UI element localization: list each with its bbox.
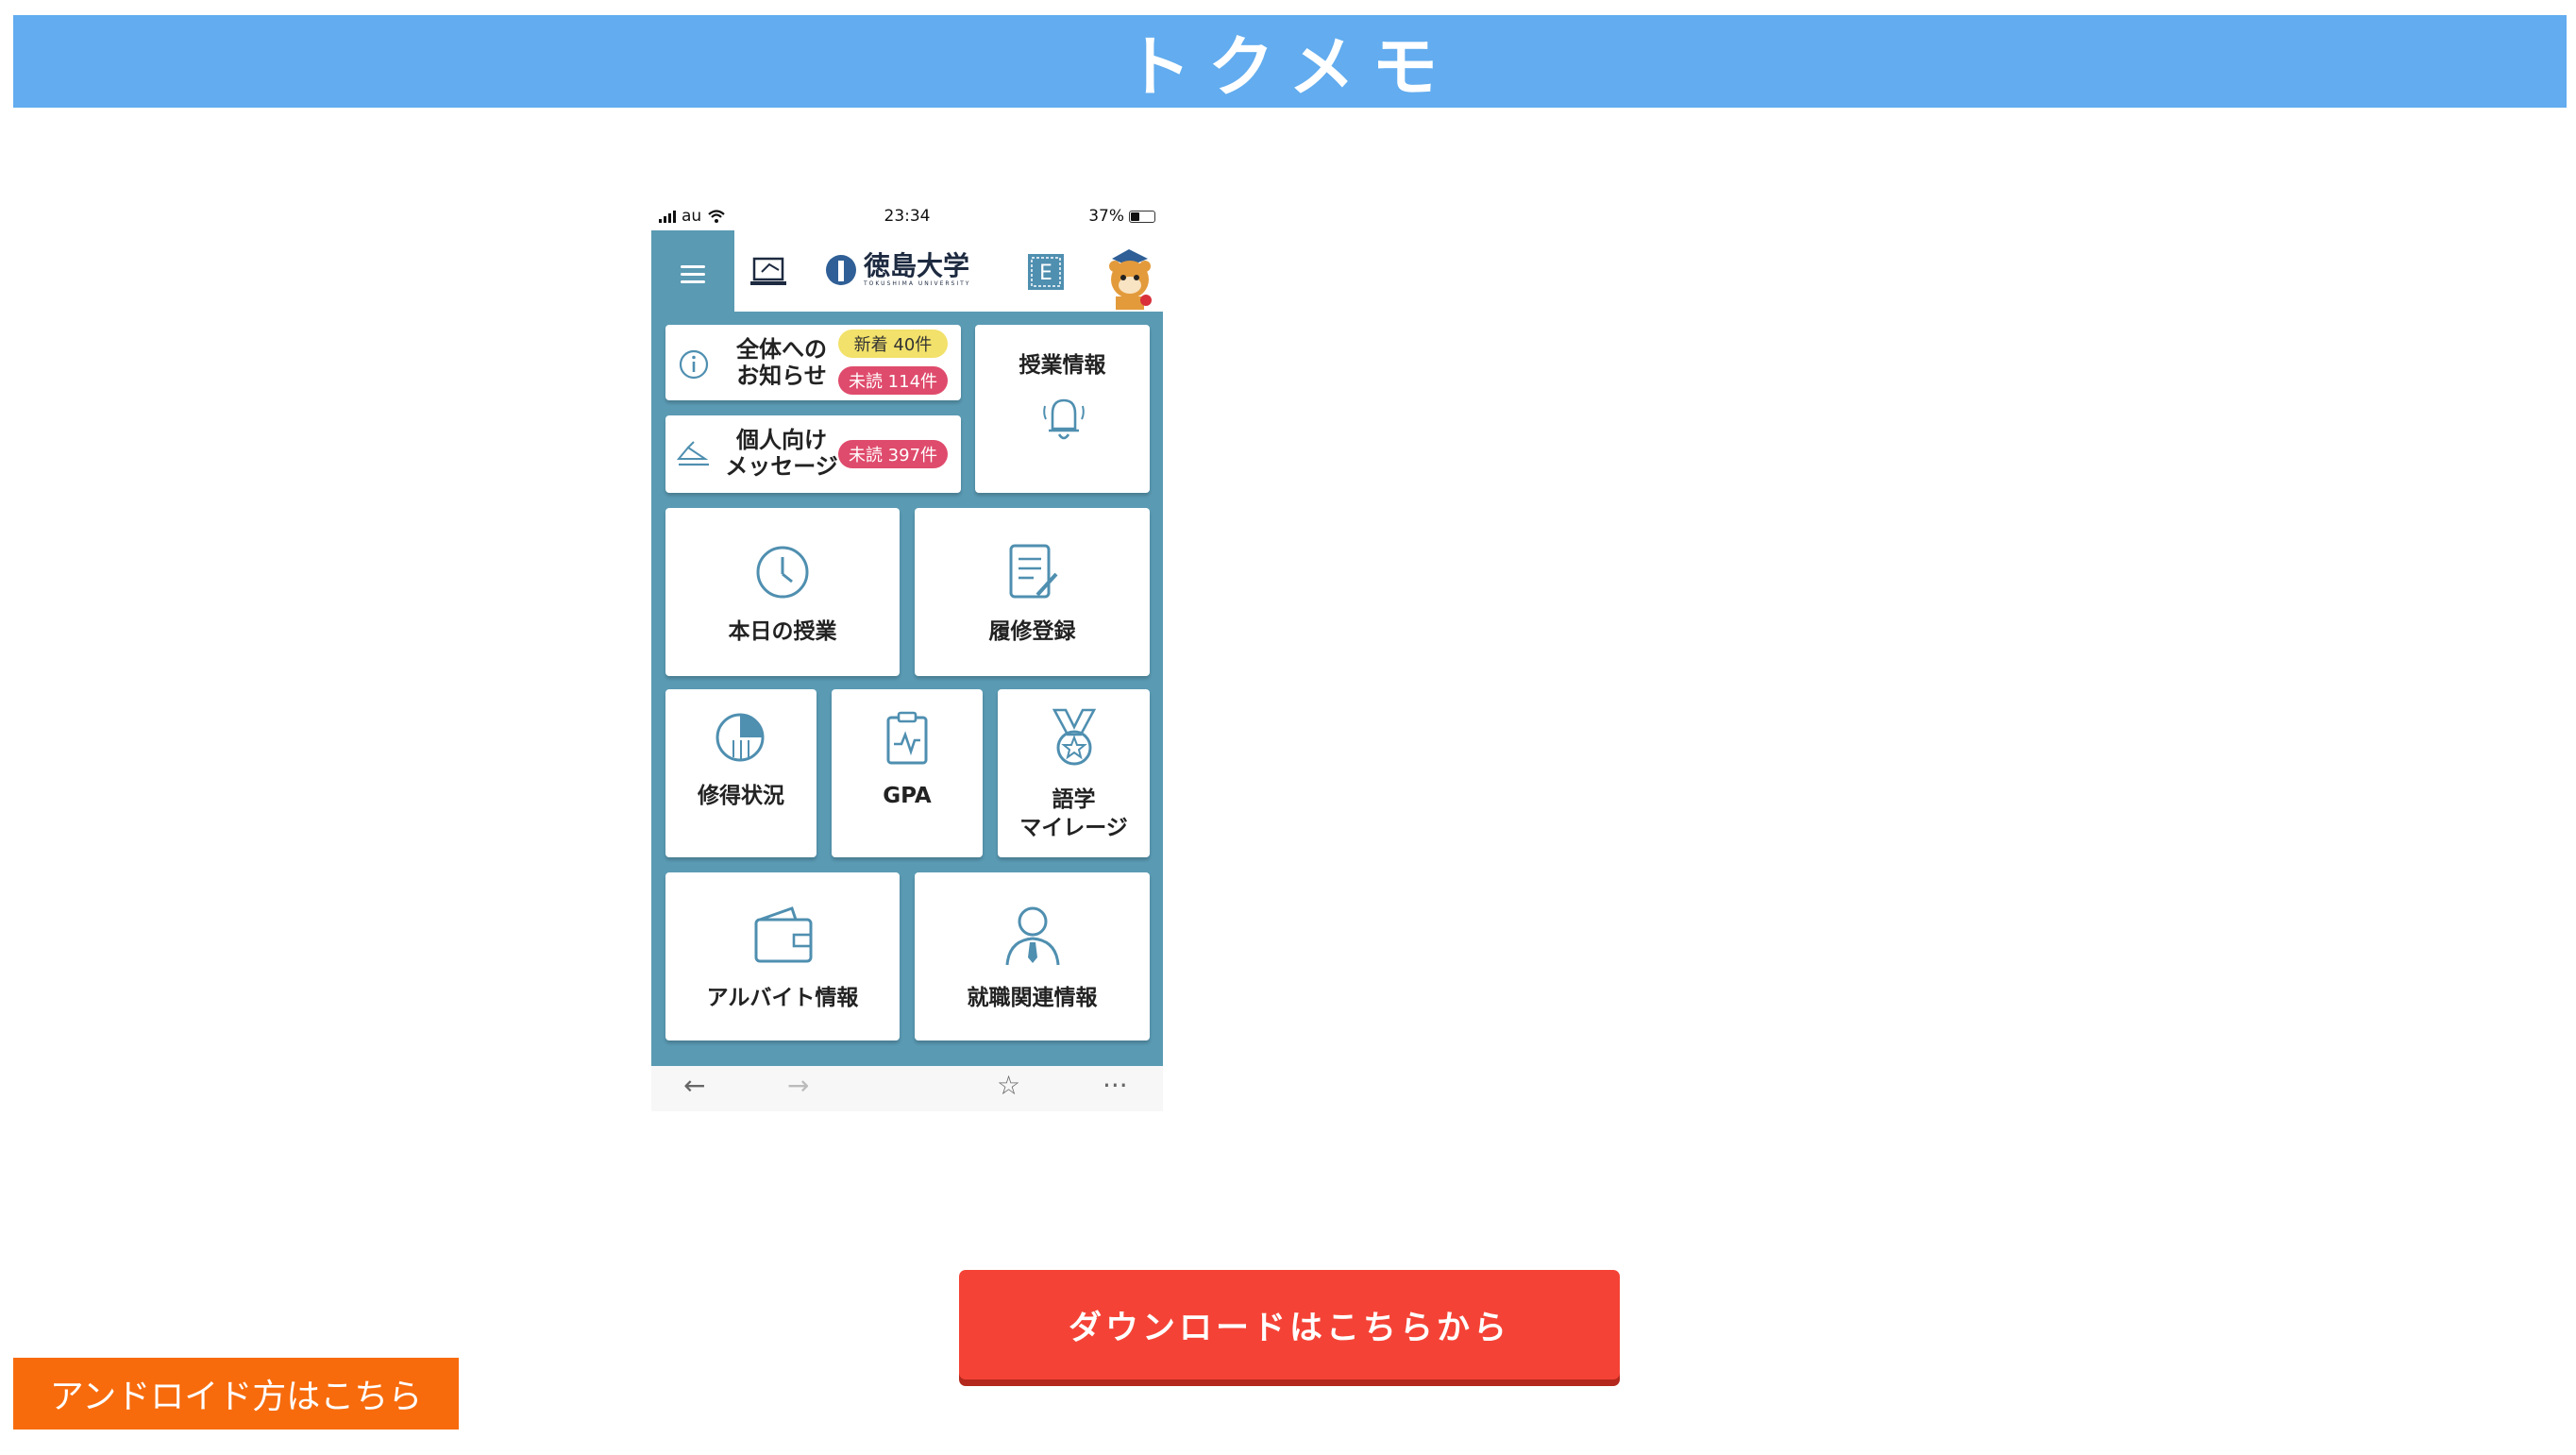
- tokumemo-icon[interactable]: [750, 255, 788, 289]
- personal-messages-tile[interactable]: 個人向け メッセージ 未読 397件: [665, 415, 961, 493]
- status-time: 23:34: [884, 207, 931, 226]
- credits-label: 修得状況: [698, 784, 784, 808]
- personal-label-1: 個人向け: [736, 427, 827, 453]
- credits-tile[interactable]: 修得状況: [665, 689, 817, 857]
- hamburger-menu-button[interactable]: [651, 230, 734, 317]
- career-label: 就職関連情報: [967, 986, 1098, 1010]
- battery-percent: 37%: [1088, 207, 1124, 226]
- page-title: トクメモ: [13, 15, 2567, 108]
- medal-icon: [1052, 708, 1097, 766]
- class-info-tile[interactable]: 授業情報: [975, 325, 1150, 493]
- class-info-label: 授業情報: [1019, 353, 1106, 378]
- clipboard-chart-icon: [886, 711, 928, 765]
- e-learning-icon[interactable]: E: [1027, 253, 1065, 291]
- clock-icon: [756, 546, 809, 599]
- info-icon: [679, 349, 709, 380]
- all-notices-tile[interactable]: 全体への お知らせ 新着 40件 未読 114件: [665, 325, 961, 400]
- message-icon: [677, 441, 709, 466]
- document-edit-icon: [1009, 544, 1058, 599]
- wallet-icon: [754, 906, 813, 963]
- university-name-en: TOKUSHIMA UNIVERSITY: [864, 280, 971, 287]
- status-bar: au 23:34 37%: [651, 200, 1163, 230]
- university-logo: 徳島大学 TOKUSHIMA UNIVERSITY: [826, 249, 991, 291]
- bell-icon: [1043, 398, 1085, 440]
- university-emblem-icon: [826, 255, 856, 285]
- personal-unread-badge: 未読 397件: [838, 440, 948, 468]
- language-label-1: 語学: [1052, 787, 1096, 812]
- app-screenshot: au 23:34 37% 徳島大学 TOKUSHIMA UNIVERSITY E…: [651, 200, 1163, 1111]
- new-count-badge: 新着 40件: [838, 330, 948, 358]
- today-class-label: 本日の授業: [728, 619, 837, 644]
- pie-chart-icon: [716, 713, 765, 762]
- all-notices-label-1: 全体への: [736, 336, 827, 363]
- gpa-label: GPA: [883, 784, 932, 808]
- parttime-label: アルバイト情報: [706, 986, 859, 1010]
- language-label-2: マイレージ: [1019, 816, 1128, 840]
- personal-label-2: メッセージ: [725, 453, 838, 480]
- more-icon[interactable]: ···: [1103, 1070, 1128, 1101]
- today-class-tile[interactable]: 本日の授業: [665, 508, 900, 676]
- all-notices-label-2: お知らせ: [736, 363, 827, 389]
- university-name: 徳島大学: [864, 250, 970, 281]
- registration-tile[interactable]: 履修登録: [915, 508, 1150, 676]
- forward-arrow-icon[interactable]: →: [787, 1070, 809, 1101]
- back-arrow-icon[interactable]: ←: [683, 1070, 705, 1101]
- parttime-tile[interactable]: アルバイト情報: [665, 872, 900, 1040]
- download-button[interactable]: ダウンロードはこちらから: [959, 1270, 1620, 1379]
- gpa-tile[interactable]: GPA: [832, 689, 983, 857]
- language-mileage-tile[interactable]: 語学 マイレージ: [998, 689, 1150, 857]
- menu-icon: [681, 261, 705, 288]
- person-icon: [1005, 906, 1060, 966]
- bookmark-star-icon[interactable]: ☆: [997, 1070, 1020, 1101]
- svg-text:E: E: [1039, 262, 1052, 285]
- menu-grid: 全体への お知らせ 新着 40件 未読 114件 個人向け メッセージ 未読 3…: [651, 312, 1163, 1066]
- android-download-button[interactable]: アンドロイド方はこちら: [13, 1358, 459, 1430]
- mascot-icon: [1109, 249, 1152, 310]
- browser-toolbar: ← → ☆ ···: [651, 1066, 1163, 1111]
- registration-label: 履修登録: [988, 619, 1076, 644]
- unread-count-badge: 未読 114件: [838, 366, 948, 395]
- career-tile[interactable]: 就職関連情報: [915, 872, 1150, 1040]
- battery-icon: [1129, 210, 1155, 223]
